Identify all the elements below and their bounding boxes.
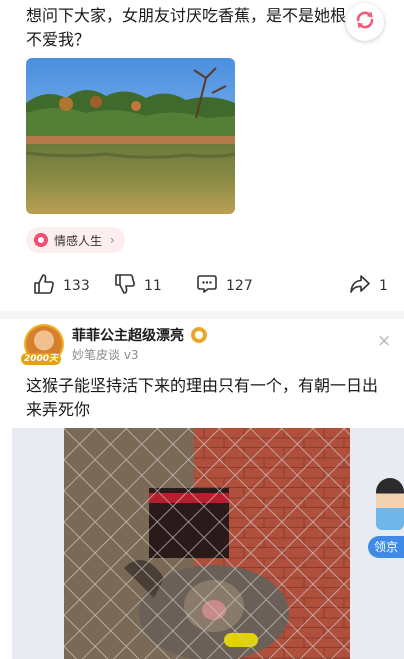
promo-label: 领京 <box>368 536 404 558</box>
thumbs-down-icon <box>114 273 144 299</box>
share-icon <box>349 273 379 299</box>
topic-tag-icon <box>34 233 48 247</box>
post-image-lake[interactable] <box>26 58 235 214</box>
avatar[interactable]: 2000天 <box>21 324 64 365</box>
post-text[interactable]: 这猴子能坚持活下来的理由只有一个，有朝一日出来弄死你 <box>26 374 386 422</box>
author-name: 菲菲公主超级漂亮 <box>72 328 184 344</box>
topic-tag[interactable]: 情感人生 › <box>26 227 125 253</box>
comment-icon <box>196 273 226 299</box>
comment-count: 127 <box>226 278 253 294</box>
thumbs-up-icon <box>33 273 63 299</box>
topic-tag-label: 情感人生 <box>54 233 103 248</box>
dislike-button[interactable]: 11 <box>114 273 162 299</box>
author-name-row[interactable]: 菲菲公主超级漂亮 <box>72 325 207 345</box>
share-button[interactable]: 1 <box>349 273 388 299</box>
feed-divider <box>0 311 404 319</box>
promo-character-icon <box>376 478 404 530</box>
close-icon[interactable]: × <box>377 333 391 350</box>
chevron-right-icon: › <box>110 233 115 247</box>
comment-button[interactable]: 127 <box>196 273 253 299</box>
promo-widget[interactable]: 领京 <box>368 478 404 562</box>
author-subtitle: 妙笔皮谈 v3 <box>72 348 139 362</box>
like-count: 133 <box>63 278 90 294</box>
refresh-icon <box>354 9 376 35</box>
like-button[interactable]: 133 <box>33 273 90 299</box>
share-count: 1 <box>379 278 388 294</box>
post-image-monkey[interactable] <box>64 428 350 659</box>
avatar-badge: 2000天 <box>21 353 62 365</box>
verified-badge-icon <box>191 327 207 343</box>
refresh-button[interactable] <box>346 3 384 41</box>
post-action-bar: 133 11 127 1 <box>0 273 404 299</box>
dislike-count: 11 <box>144 278 162 294</box>
post-text[interactable]: 想问下大家，女朋友讨厌吃香蕉，是不是她根不爱我？ <box>26 4 356 52</box>
